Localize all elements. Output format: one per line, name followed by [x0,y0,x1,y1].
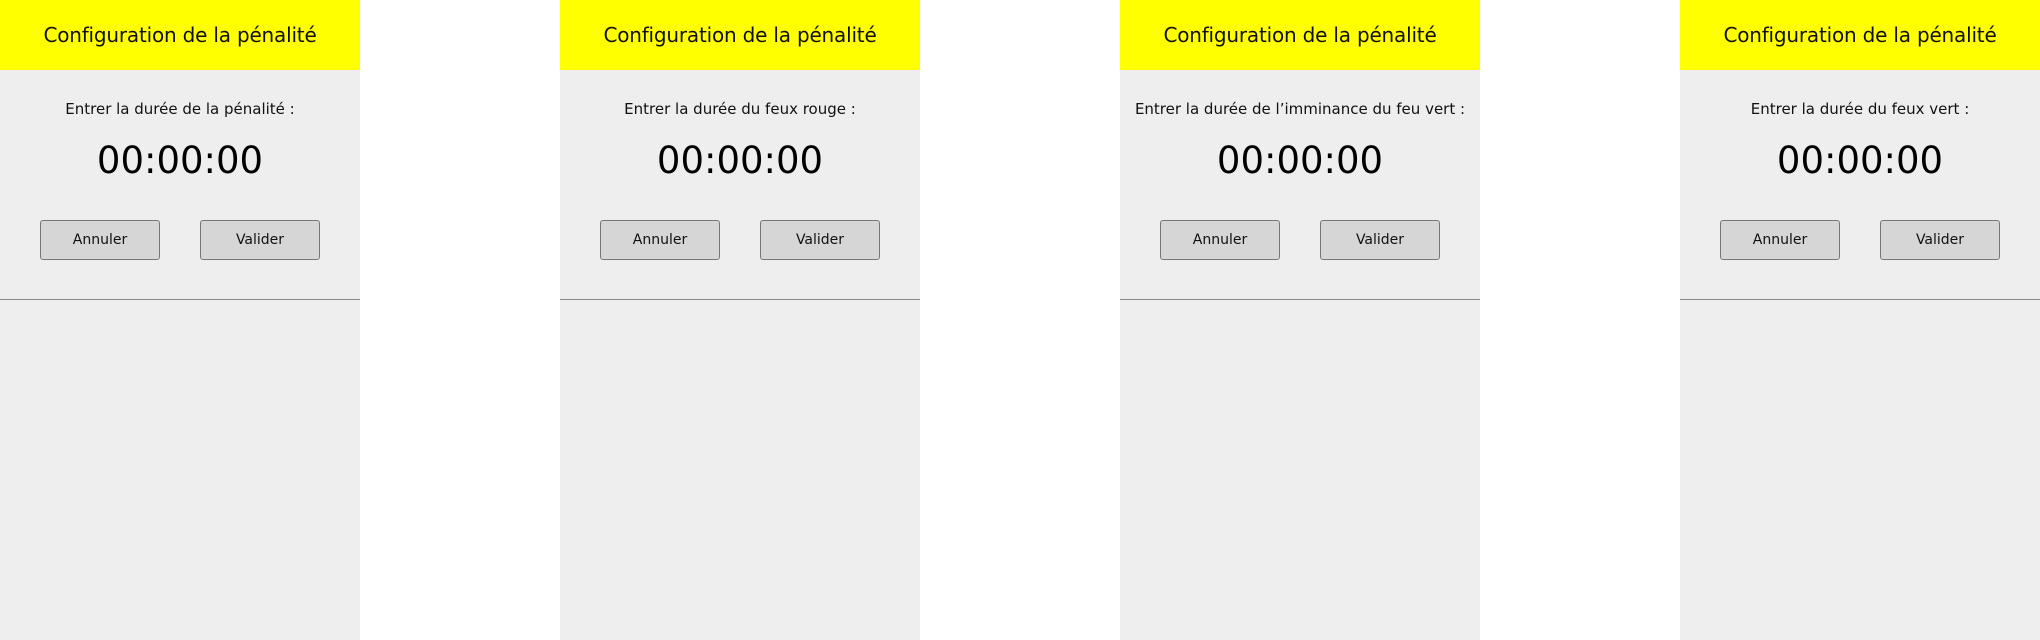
duration-prompt: Entrer la durée de la pénalité : [65,100,295,118]
green-imminence-duration-screen: Configuration de la pénalité Entrer la d… [1120,0,1480,640]
screen-header: Configuration de la pénalité [0,0,360,70]
cancel-button[interactable]: Annuler [40,220,160,260]
penalty-duration-screen: Configuration de la pénalité Entrer la d… [0,0,360,640]
validate-button[interactable]: Valider [760,220,880,260]
screen-title: Configuration de la pénalité [1163,23,1437,47]
duration-time-input[interactable]: 00:00:00 [560,137,920,185]
cancel-button[interactable]: Annuler [600,220,720,260]
duration-time-input[interactable]: 00:00:00 [1680,137,2040,185]
divider [560,299,920,300]
screen-header: Configuration de la pénalité [560,0,920,70]
cancel-button[interactable]: Annuler [1720,220,1840,260]
screen-title: Configuration de la pénalité [1723,23,1997,47]
duration-prompt: Entrer la durée de l’imminance du feu ve… [1134,100,1466,118]
screen-title: Configuration de la pénalité [603,23,877,47]
screen-title: Configuration de la pénalité [43,23,317,47]
action-buttons: Annuler Valider [1120,220,1480,260]
mockup-stage: Configuration de la pénalité Entrer la d… [0,0,2040,640]
validate-button[interactable]: Valider [200,220,320,260]
green-light-duration-screen: Configuration de la pénalité Entrer la d… [1680,0,2040,640]
action-buttons: Annuler Valider [560,220,920,260]
divider [1120,299,1480,300]
divider [0,299,360,300]
duration-prompt: Entrer la durée du feux vert : [1750,100,1970,118]
divider [1680,299,2040,300]
validate-button[interactable]: Valider [1320,220,1440,260]
duration-time-input[interactable]: 00:00:00 [1120,137,1480,185]
screen-header: Configuration de la pénalité [1120,0,1480,70]
screen-header: Configuration de la pénalité [1680,0,2040,70]
cancel-button[interactable]: Annuler [1160,220,1280,260]
validate-button[interactable]: Valider [1880,220,2000,260]
action-buttons: Annuler Valider [1680,220,2040,260]
red-light-duration-screen: Configuration de la pénalité Entrer la d… [560,0,920,640]
duration-time-input[interactable]: 00:00:00 [0,137,360,185]
action-buttons: Annuler Valider [0,220,360,260]
duration-prompt: Entrer la durée du feux rouge : [624,100,856,118]
